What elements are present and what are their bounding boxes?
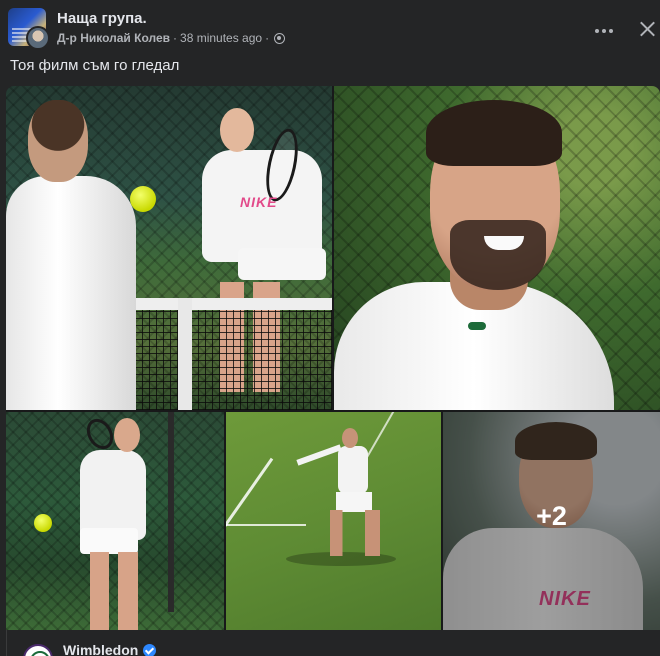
photo-5[interactable]: NIKE +2 <box>443 412 660 630</box>
meta-separator: · <box>173 31 178 45</box>
photo-1[interactable]: NIKE <box>6 86 332 410</box>
more-options-button[interactable] <box>589 16 619 46</box>
close-icon[interactable] <box>632 14 660 44</box>
more-photos-count[interactable]: +2 <box>443 412 660 630</box>
post-header: Наща група. Д-р Николай Колев · 38 minut… <box>8 8 652 50</box>
shared-page-name[interactable]: Wimbledon <box>63 642 157 656</box>
verified-badge-icon <box>143 643 157 656</box>
group-name-link[interactable]: Наща група. <box>57 10 147 27</box>
player-figure <box>338 446 368 494</box>
post-meta: Д-р Николай Колев · 38 minutes ago · <box>57 31 286 45</box>
photo-4[interactable] <box>226 412 441 630</box>
author-avatar[interactable] <box>26 26 50 50</box>
photo-gallery: NIKE NIKE +2 <box>6 86 660 630</box>
author-name-link[interactable]: Д-р Николай Колев <box>57 31 170 45</box>
post-card: Наща група. Д-р Николай Колев · 38 minut… <box>0 0 660 656</box>
dot-icon <box>609 29 613 33</box>
meta-separator-2: · <box>265 31 270 45</box>
post-text: Тоя филм съм го гледал <box>10 57 180 74</box>
player-back-figure <box>6 176 136 410</box>
photo-3[interactable] <box>6 412 224 630</box>
audience-icon[interactable] <box>274 32 286 44</box>
dot-icon <box>602 29 606 33</box>
post-timestamp[interactable]: 38 minutes ago <box>180 31 262 45</box>
photo-2[interactable] <box>334 86 660 410</box>
wimbledon-avatar[interactable] <box>23 644 53 656</box>
crocodile-logo-icon <box>468 322 486 330</box>
dot-icon <box>595 29 599 33</box>
tennis-ball-shape <box>130 186 156 212</box>
shared-post-header: Wimbledon <box>6 630 660 656</box>
shirt-logo-text: NIKE <box>240 194 278 210</box>
player-figure <box>80 450 146 540</box>
tennis-ball-shape <box>34 514 52 532</box>
shared-page-name-text[interactable]: Wimbledon <box>63 642 138 656</box>
